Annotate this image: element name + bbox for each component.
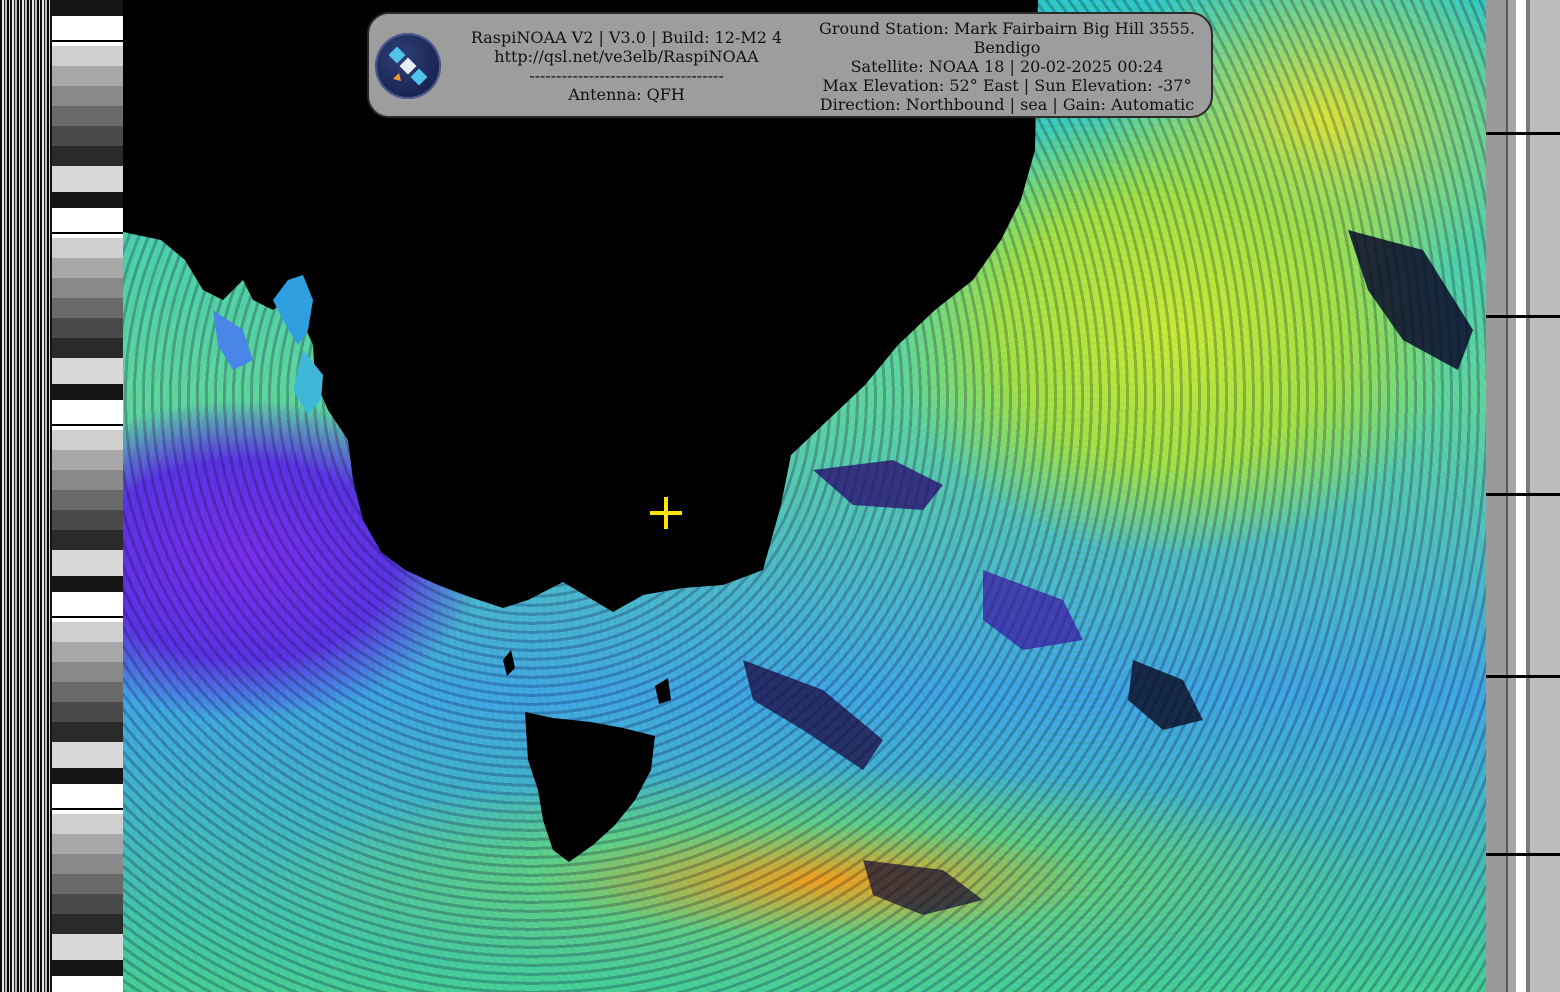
- ground-station: Ground Station: Mark Fairbairn Big Hill …: [819, 19, 1195, 38]
- antenna-info: Antenna: QFH: [568, 85, 685, 104]
- divider-line: ------------------------------------: [529, 66, 724, 85]
- crosshair-icon: [650, 497, 682, 529]
- pass-info: Ground Station: Mark Fairbairn Big Hill …: [809, 19, 1205, 114]
- software-version: RaspiNOAA V2 | V3.0 | Build: 12-M2 4: [470, 28, 783, 47]
- satellite-image: [123, 0, 1486, 992]
- satellite-datetime: Satellite: NOAA 18 | 20-02-2025 00:24: [850, 57, 1164, 76]
- direction-info: Direction: Northbound | sea | Gain: Auto…: [819, 95, 1195, 114]
- left-telemetry-wedges: [52, 0, 123, 992]
- right-telemetry-wedges: [1486, 0, 1560, 992]
- elevation-info: Max Elevation: 52° East | Sun Elevation:…: [822, 76, 1192, 95]
- info-banner: RaspiNOAA V2 | V3.0 | Build: 12-M2 4 htt…: [367, 12, 1213, 118]
- land-mask: [123, 0, 1473, 915]
- ground-station-city: Bendigo: [973, 38, 1041, 57]
- satellite-icon: [375, 33, 441, 99]
- project-url: http://qsl.net/ve3elb/RaspiNOAA: [494, 47, 759, 66]
- left-telemetry-static: [0, 0, 52, 992]
- software-info: RaspiNOAA V2 | V3.0 | Build: 12-M2 4 htt…: [454, 28, 799, 104]
